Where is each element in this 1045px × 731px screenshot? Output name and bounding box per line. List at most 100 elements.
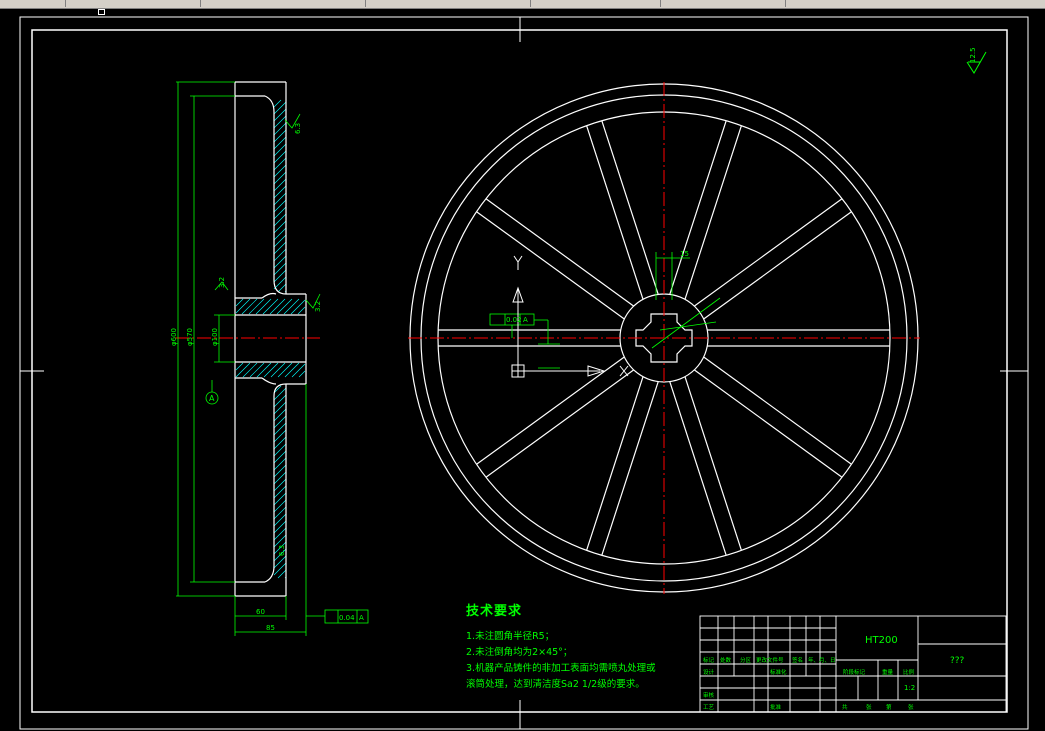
- tb-label: 批准: [770, 703, 782, 711]
- hatch-line: [235, 298, 251, 314]
- hatch-line: [273, 241, 287, 255]
- datum-label: A: [209, 394, 215, 403]
- hatch-line: [277, 283, 287, 293]
- hatch-line: [273, 269, 287, 283]
- tb-label: 分区: [740, 656, 752, 664]
- material-label: HT200: [865, 635, 898, 646]
- hatch-line: [277, 569, 287, 579]
- hatch-line: [273, 129, 287, 143]
- spoke-edge: [669, 120, 727, 295]
- tb-label: 工艺: [703, 704, 715, 711]
- hatch-line: [242, 362, 258, 378]
- scale-value: 1:2: [904, 684, 915, 692]
- front-view: [408, 82, 920, 594]
- hatch-line: [273, 171, 287, 185]
- spoke-edge: [601, 120, 659, 295]
- runout-datum: A: [359, 614, 364, 622]
- hatch-line: [273, 122, 287, 136]
- hatch-line: [241, 298, 258, 315]
- hatch-line: [273, 178, 287, 192]
- hatch-line: [273, 499, 287, 513]
- hatch-line: [273, 199, 287, 213]
- dim-d100: φ100: [211, 328, 219, 346]
- hatch-line: [270, 362, 286, 378]
- hatch-line: [273, 422, 287, 436]
- dim-width-60: 60: [256, 608, 265, 616]
- hatch-line: [273, 136, 287, 150]
- technical-requirements: 技术要求 1.未注圆角半径R5； 2.未注倒角均为2×45°； 3.机器产品铸件…: [466, 600, 656, 693]
- tb-label: 处数: [720, 656, 732, 664]
- ucs-icon: [511, 255, 629, 378]
- spoke-edge: [485, 198, 635, 307]
- hatch-line: [273, 429, 287, 443]
- hatch-line: [273, 436, 287, 450]
- hatch-line: [273, 101, 287, 115]
- hatch-line: [273, 513, 287, 527]
- tb-label: 更改文件号: [756, 656, 784, 664]
- spoke-edge: [586, 376, 644, 551]
- hatch-line: [273, 213, 287, 227]
- spoke-edge: [693, 198, 843, 307]
- spoke-edge: [684, 376, 742, 551]
- tb-label: 第: [886, 703, 892, 711]
- hatch-line: [262, 298, 279, 315]
- tb-label: 共: [842, 703, 848, 711]
- tb-label: 阶段标记: [843, 668, 866, 676]
- tb-label: 重量: [882, 668, 894, 676]
- hatch-line: [273, 262, 287, 276]
- tb-label: 比例: [903, 668, 915, 676]
- hatch-line: [273, 555, 287, 569]
- hatch-line: [297, 306, 306, 315]
- hatch-line: [273, 143, 287, 157]
- part-name: ???: [950, 656, 965, 666]
- spoke-edge: [485, 369, 635, 478]
- hatch-line: [273, 150, 287, 164]
- section-hatch: [235, 99, 306, 579]
- hatch-line: [273, 506, 287, 520]
- hatch-line: [273, 464, 287, 478]
- hatch-line: [284, 362, 300, 378]
- hatch-line: [273, 457, 287, 471]
- tech-req-item: 滚筒处理，达到清洁度Sa2 1/2级的要求。: [466, 679, 645, 690]
- tech-req-item: 1.未注圆角半径R5；: [466, 631, 555, 642]
- tb-label: 张: [908, 703, 914, 711]
- tech-req-title: 技术要求: [466, 604, 523, 619]
- hatch-line: [276, 298, 293, 315]
- hatch-line: [256, 362, 272, 378]
- roughness-value: 12.5: [969, 47, 977, 63]
- hatch-line: [273, 185, 287, 199]
- hatch-line: [273, 408, 287, 422]
- hatch-line: [273, 401, 287, 415]
- hatch-line: [273, 248, 287, 262]
- hatch-line: [273, 255, 287, 269]
- hatch-line: [291, 363, 306, 378]
- spoke-edge: [669, 381, 727, 556]
- hatch-line: [273, 394, 287, 408]
- hatch-line: [273, 520, 287, 534]
- hatch-line: [235, 362, 251, 378]
- hatch-line: [273, 485, 287, 499]
- tech-req-item: 2.未注倒角均为2×45°；: [466, 647, 573, 658]
- hatch-line: [235, 298, 244, 307]
- hatch-line: [273, 234, 287, 248]
- dim-d600: φ600: [170, 328, 178, 346]
- spoke-edge: [703, 356, 852, 465]
- roughness-6-3-b: 6.3: [278, 545, 286, 556]
- hatch-line: [273, 227, 287, 241]
- tech-req-item: 3.机器产品铸件的非加工表面均需喷丸处理或: [466, 663, 656, 674]
- hatch-line: [273, 164, 287, 178]
- hatch-line: [248, 298, 265, 315]
- spoke-edge: [684, 125, 742, 300]
- tb-label: 年、月、日: [808, 656, 836, 664]
- spoke-edge: [476, 211, 625, 320]
- hatch-line: [273, 206, 287, 220]
- hatch-line: [273, 527, 287, 541]
- tb-label: 签名: [792, 656, 803, 664]
- tb-label: 标准化: [770, 668, 787, 676]
- hatch-line: [273, 276, 287, 290]
- spoke-edge: [703, 211, 852, 320]
- hatch-line: [273, 471, 287, 485]
- hatch-line: [273, 478, 287, 492]
- hatch-line: [290, 299, 306, 315]
- hatch-line: [273, 562, 287, 576]
